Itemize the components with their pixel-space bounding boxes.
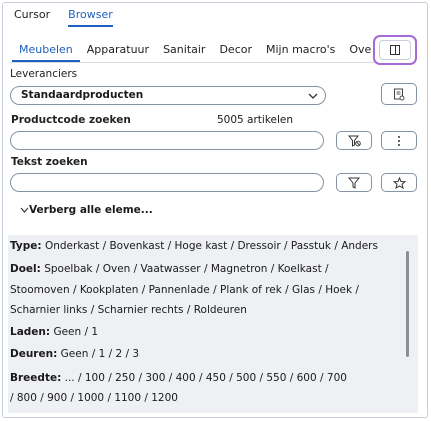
- tab-cursor[interactable]: Cursor: [14, 8, 50, 27]
- document-settings-icon: [394, 88, 405, 100]
- supplier-settings-button[interactable]: [381, 83, 417, 105]
- chevron-down-icon: [20, 207, 29, 213]
- doel-row: Doel: Spoelbak / Oven / Vaatwasser / Mag…: [10, 259, 382, 280]
- doel-label: Doel:: [10, 263, 41, 275]
- more-vertical-icon: [398, 135, 400, 146]
- breedte-values-line1[interactable]: ... / 100 / 250 / 300 / 400 / 450 / 500 …: [65, 372, 347, 384]
- tabs-divider: [10, 62, 374, 63]
- toggle-panel-button[interactable]: [373, 35, 417, 65]
- chevron-down-icon: [308, 93, 318, 99]
- suppliers-select[interactable]: Standaardproducten: [10, 86, 326, 105]
- clear-filter-button[interactable]: [336, 131, 372, 150]
- type-row: Type: Onderkast / Bovenkast / Hoge kast …: [10, 236, 382, 257]
- panel-toggle-frame: [379, 40, 411, 60]
- tab-overig[interactable]: Overig: [342, 40, 372, 62]
- deuren-values[interactable]: Geen / 1 / 2 / 3: [61, 348, 139, 360]
- side-panel-icon: [390, 45, 400, 55]
- deuren-row: Deuren: Geen / 1 / 2 / 3: [10, 344, 382, 365]
- doel-values-line1[interactable]: Spoelbak / Oven / Vaatwasser / Magnetron…: [44, 263, 328, 275]
- deuren-label: Deuren:: [10, 348, 58, 360]
- hide-elements-toggle[interactable]: Verberg alle eleme...: [20, 204, 153, 216]
- tab-sanitair[interactable]: Sanitair: [156, 40, 212, 62]
- tab-mijn-macros[interactable]: Mijn macro's: [259, 40, 342, 62]
- tab-decor[interactable]: Decor: [212, 40, 259, 62]
- filter-clear-icon: [347, 135, 361, 147]
- breedte-label: Breedte:: [10, 372, 62, 384]
- filter-button[interactable]: [336, 173, 372, 192]
- laden-values[interactable]: Geen / 1: [53, 326, 98, 338]
- scrollbar-thumb[interactable]: [406, 251, 409, 357]
- tab-browser[interactable]: Browser: [68, 8, 113, 27]
- star-icon: [392, 176, 406, 189]
- breedte-row: Breedte: ... / 100 / 250 / 300 / 400 / 4…: [10, 368, 382, 389]
- suppliers-label: Leveranciers: [10, 68, 78, 80]
- doel-row-line3[interactable]: Scharnier links / Scharnier rechts / Rol…: [10, 300, 382, 321]
- text-search-label: Tekst zoeken: [11, 156, 88, 168]
- mode-tabs: Cursor Browser: [14, 8, 113, 27]
- laden-label: Laden:: [10, 326, 51, 338]
- type-label: Type:: [10, 240, 42, 252]
- scrollbar[interactable]: [406, 243, 410, 403]
- tab-meubelen[interactable]: Meubelen: [12, 40, 80, 62]
- favorite-button[interactable]: [381, 173, 417, 192]
- product-code-label: Productcode zoeken: [11, 114, 131, 126]
- filter-icon: [348, 177, 360, 189]
- doel-row-line2[interactable]: Stoomoven / Kookplaten / Pannenlade / Pl…: [10, 280, 382, 301]
- product-code-input[interactable]: [10, 131, 324, 150]
- properties-panel: Type: Onderkast / Bovenkast / Hoge kast …: [8, 235, 418, 413]
- article-count: 5005 artikelen: [217, 114, 294, 126]
- tab-apparatuur[interactable]: Apparatuur: [80, 40, 156, 62]
- hide-elements-label: Verberg alle eleme...: [29, 204, 153, 216]
- suppliers-selected-value: Standaardproducten: [21, 89, 144, 101]
- more-options-button[interactable]: [381, 131, 417, 150]
- laden-row: Laden: Geen / 1: [10, 322, 382, 343]
- category-tabs: Meubelen Apparatuur Sanitair Decor Mijn …: [12, 40, 372, 62]
- type-values[interactable]: Onderkast / Bovenkast / Hoge kast / Dres…: [45, 240, 378, 252]
- text-search-input[interactable]: [10, 173, 324, 192]
- breedte-row-line2[interactable]: / 800 / 900 / 1000 / 1100 / 1200: [10, 388, 382, 409]
